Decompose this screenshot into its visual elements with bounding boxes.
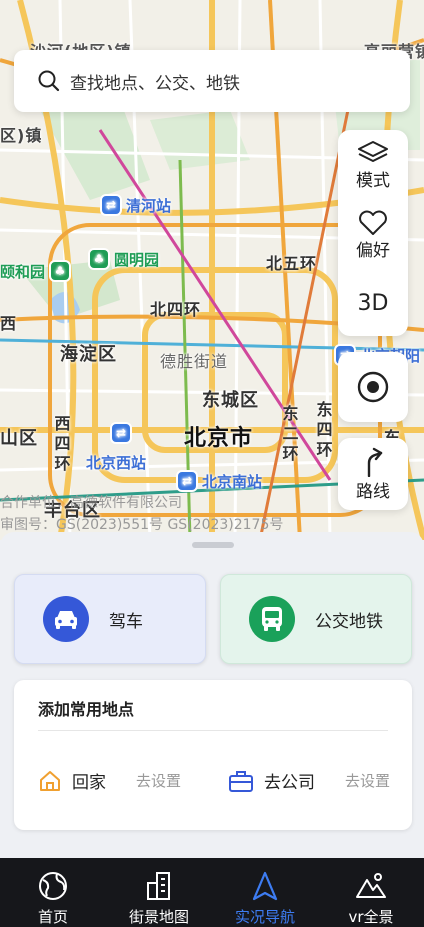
- tab-live-navigation[interactable]: 实况导航: [212, 858, 318, 927]
- poi-beijing-south-station[interactable]: ⇄ 北京南站: [176, 470, 262, 492]
- bottom-sheet: 驾车 公交地铁 添加常用地点 回家 去设置 去公司 去设置: [0, 532, 424, 858]
- poi-station-marker[interactable]: ⇄: [110, 422, 132, 444]
- sheet-drag-handle[interactable]: [192, 542, 234, 548]
- home-icon: [40, 770, 60, 791]
- tab-vr-panorama-label: vr全景: [348, 908, 394, 926]
- 3d-label: 3D: [357, 290, 389, 316]
- map-label-east-2nd-ring: 东二环: [282, 404, 300, 463]
- navigation-arrow-icon: [252, 871, 278, 901]
- divider: [38, 730, 388, 731]
- tab-live-navigation-label: 实况导航: [234, 908, 295, 926]
- map-label-north-4th-ring: 北四环: [150, 300, 202, 319]
- park-icon: ♣: [49, 260, 72, 282]
- map-label-haidian: 海淀区: [60, 344, 117, 365]
- poi-yuanmingyuan[interactable]: ♣ 圆明园: [88, 248, 159, 270]
- car-icon: [43, 596, 89, 642]
- favorite-button[interactable]: 偏好: [356, 200, 390, 270]
- favorite-label: 偏好: [356, 240, 390, 261]
- map-label-east-4th-ring: 东四环: [316, 400, 334, 459]
- route-label: 路线: [356, 481, 390, 502]
- poi-label: 清河站: [126, 196, 172, 215]
- bus-icon: [249, 596, 295, 642]
- layer-mode-button[interactable]: 模式: [356, 130, 390, 200]
- transit-mode-card[interactable]: 公交地铁: [220, 574, 412, 664]
- map-label-district-fragment: 区)镇: [0, 126, 43, 145]
- 3d-toggle-button[interactable]: 3D: [358, 270, 389, 336]
- poi-yiheyuan[interactable]: 颐和园 ♣: [0, 260, 72, 282]
- work-label: 去公司: [264, 773, 315, 793]
- tab-home[interactable]: 首页: [0, 858, 106, 927]
- station-icon: ⇄: [110, 422, 132, 444]
- map-label-west-4th-ring: 西四环: [54, 414, 72, 473]
- drive-mode-card[interactable]: 驾车: [14, 574, 206, 664]
- search-icon: [38, 70, 60, 92]
- search-bar[interactable]: 查找地点、公交、地铁: [14, 50, 410, 112]
- globe-icon: [39, 872, 67, 900]
- work-place-item[interactable]: 去公司 去设置: [228, 768, 390, 793]
- tab-home-label: 首页: [37, 908, 68, 926]
- station-icon: ⇄: [100, 194, 122, 216]
- route-button[interactable]: 路线: [338, 438, 408, 510]
- work-set-link[interactable]: 去设置: [345, 770, 390, 791]
- map-label-dongcheng: 东城区: [202, 390, 259, 411]
- locate-button[interactable]: [338, 352, 408, 422]
- mountain-icon: [356, 873, 386, 898]
- map-copyright-review: 审图号：GS(2023)551号 GS(2023)2175号: [0, 517, 284, 533]
- route-arrow-icon: [367, 447, 383, 477]
- layer-mode-label: 模式: [356, 170, 390, 191]
- poi-label: 北京南站: [202, 472, 263, 491]
- transit-label: 公交地铁: [315, 611, 383, 632]
- drive-label: 驾车: [109, 611, 143, 632]
- map-label-desheng: 德胜街道: [160, 352, 229, 371]
- poi-beijing-west-station[interactable]: 北京西站: [86, 452, 146, 473]
- home-place-item[interactable]: 回家 去设置: [38, 768, 181, 793]
- briefcase-icon: [229, 770, 253, 792]
- map-tools-group: 模式 偏好 3D: [338, 130, 408, 336]
- map-label-beijing-city: 北京市: [184, 426, 254, 451]
- park-icon: ♣: [88, 248, 110, 270]
- poi-label: 北京西站: [86, 454, 147, 472]
- map-label-west-fragment: 西: [0, 314, 18, 333]
- buildings-icon: [147, 872, 170, 900]
- poi-qinghe-station[interactable]: ⇄ 清河站: [100, 194, 171, 216]
- frequent-places-title: 添加常用地点: [38, 700, 135, 719]
- home-set-link[interactable]: 去设置: [136, 770, 181, 791]
- tab-street-view[interactable]: 街景地图: [106, 858, 212, 927]
- layers-icon: [358, 140, 388, 162]
- tab-street-view-label: 街景地图: [128, 908, 189, 926]
- tab-vr-panorama[interactable]: vr全景: [318, 858, 424, 927]
- locate-icon: [357, 371, 389, 403]
- poi-label: 圆明园: [114, 250, 160, 269]
- bottom-tab-bar: 首页 街景地图 实况导航 vr全景: [0, 858, 424, 927]
- frequent-places-card: 添加常用地点 回家 去设置 去公司 去设置: [14, 680, 412, 830]
- map-label-north-5th-ring: 北五环: [266, 254, 318, 273]
- poi-label: 颐和园: [0, 262, 46, 281]
- home-label: 回家: [72, 773, 106, 793]
- heart-icon: [359, 210, 387, 235]
- station-icon: ⇄: [176, 470, 198, 492]
- search-placeholder: 查找地点、公交、地铁: [70, 73, 240, 94]
- map-label-shan-district: 山区: [0, 428, 38, 449]
- map-copyright-partner: 合作单位：高德软件有限公司: [0, 495, 182, 511]
